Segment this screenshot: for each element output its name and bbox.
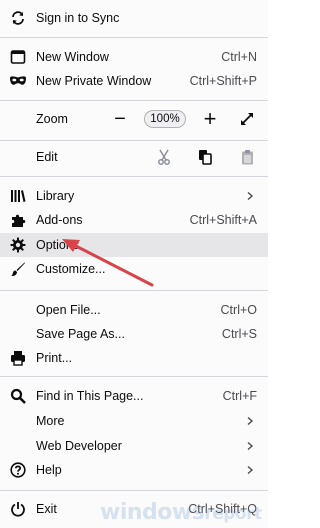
options-label: Options: [36, 238, 80, 252]
separator: [0, 376, 268, 377]
power-icon: [9, 500, 27, 518]
app-menu-panel: Sign in to Sync New Window Ctrl+N New Pr…: [0, 0, 268, 528]
printer-icon: [9, 349, 27, 367]
help-item[interactable]: Help: [0, 458, 268, 482]
save-page-label: Save Page As...: [36, 327, 125, 341]
chevron-right-icon: [247, 465, 254, 475]
new-window-item[interactable]: New Window Ctrl+N: [0, 45, 268, 69]
exit-shortcut: Ctrl+Shift+Q: [188, 502, 257, 516]
new-private-window-label: New Private Window: [36, 74, 152, 88]
puzzle-icon: [9, 211, 27, 229]
new-window-icon: [9, 48, 27, 66]
separator: [0, 140, 268, 141]
scissors-icon[interactable]: [155, 148, 173, 166]
edit-label: Edit: [36, 150, 58, 164]
exit-label: Exit: [36, 502, 57, 516]
print-label: Print...: [36, 351, 73, 365]
open-file-item[interactable]: Open File... Ctrl+O: [0, 298, 268, 322]
more-label: More: [36, 414, 65, 428]
addons-item[interactable]: Add-ons Ctrl+Shift+A: [0, 208, 268, 232]
customize-item[interactable]: Customize...: [0, 257, 268, 281]
addons-shortcut: Ctrl+Shift+A: [189, 213, 257, 227]
print-item[interactable]: Print...: [0, 346, 268, 370]
separator: [0, 176, 268, 177]
sign-in-sync-item[interactable]: Sign in to Sync: [0, 6, 268, 30]
exit-item[interactable]: Exit Ctrl+Shift+Q: [0, 497, 268, 521]
gear-icon: [9, 236, 27, 254]
open-file-label: Open File...: [36, 303, 101, 317]
find-in-page-label: Find in This Page...: [36, 389, 144, 403]
zoom-out-button[interactable]: −: [110, 108, 130, 130]
help-icon: [9, 461, 27, 479]
zoom-row: Zoom − 100% +: [0, 106, 268, 131]
find-in-page-shortcut: Ctrl+F: [222, 389, 257, 403]
chevron-right-icon: [247, 416, 254, 426]
find-in-page-item[interactable]: Find in This Page... Ctrl+F: [0, 384, 268, 408]
paintbrush-icon: [9, 260, 27, 278]
new-window-label: New Window: [36, 50, 109, 64]
options-item[interactable]: Options: [0, 233, 268, 257]
private-mask-icon: [9, 72, 27, 90]
zoom-label: Zoom: [36, 112, 68, 126]
open-file-shortcut: Ctrl+O: [220, 303, 257, 317]
new-window-shortcut: Ctrl+N: [221, 50, 257, 64]
search-icon: [9, 387, 27, 405]
edit-row: Edit: [0, 145, 268, 169]
separator: [0, 37, 268, 38]
library-icon: [9, 187, 27, 205]
copy-icon[interactable]: [196, 148, 214, 166]
library-item[interactable]: Library: [0, 184, 268, 208]
new-private-window-shortcut: Ctrl+Shift+P: [189, 74, 257, 88]
paste-icon[interactable]: [238, 148, 256, 166]
chevron-right-icon: [247, 441, 254, 451]
fullscreen-icon[interactable]: [237, 109, 257, 129]
addons-label: Add-ons: [36, 213, 83, 227]
library-label: Library: [36, 189, 75, 203]
separator: [0, 100, 268, 101]
help-label: Help: [36, 463, 62, 477]
sync-icon: [9, 9, 27, 27]
sign-in-label: Sign in to Sync: [36, 11, 120, 25]
chevron-right-icon: [247, 191, 254, 201]
save-page-item[interactable]: Save Page As... Ctrl+S: [0, 322, 268, 346]
save-page-shortcut: Ctrl+S: [221, 327, 257, 341]
customize-label: Customize...: [36, 262, 106, 276]
separator: [0, 490, 268, 491]
more-item[interactable]: More: [0, 409, 268, 433]
web-developer-item[interactable]: Web Developer: [0, 434, 268, 458]
new-private-window-item[interactable]: New Private Window Ctrl+Shift+P: [0, 69, 268, 93]
zoom-in-button[interactable]: +: [200, 106, 220, 131]
separator: [0, 290, 268, 291]
web-developer-label: Web Developer: [36, 439, 122, 453]
zoom-reset-button[interactable]: 100%: [144, 110, 186, 128]
